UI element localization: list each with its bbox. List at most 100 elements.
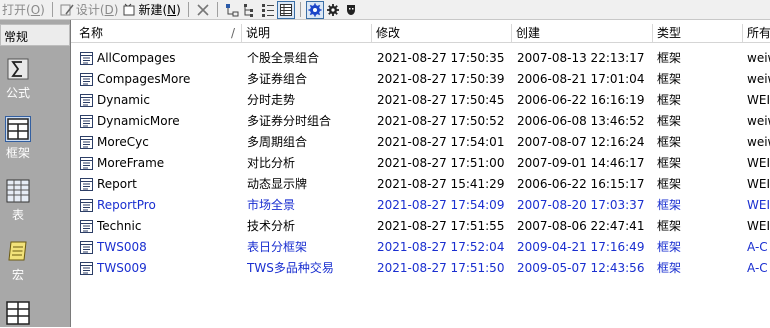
column-header-owner[interactable]: 所有 [743, 24, 770, 42]
cell-created: 2007-08-20 17:03:37 [517, 198, 645, 212]
cell-type: 框架 [657, 114, 682, 128]
sidebar-item-grid[interactable] [0, 300, 36, 328]
cell-desc: 表日分框架 [247, 240, 308, 254]
cell-created: 2007-08-06 22:47:41 [517, 219, 645, 233]
cell-modified: 2021-08-27 17:50:45 [377, 93, 505, 107]
cell-owner: weiw [747, 114, 770, 128]
table-row[interactable]: MoreFrame 对比分析 2021-08-27 17:51:00 2007-09-… [71, 153, 770, 174]
cell-type: 框架 [657, 93, 682, 107]
open-button[interactable]: 打开(O) [0, 0, 47, 19]
new-icon [123, 3, 135, 15]
cell-desc: 多证券分时组合 [247, 114, 332, 128]
frame-icon [5, 116, 31, 142]
cell-desc: 对比分析 [247, 156, 296, 170]
table-row[interactable]: Report 动态显示牌 2021-08-27 15:41:29 2006-06-22… [71, 174, 770, 195]
cell-owner: A-C [747, 240, 768, 254]
design-icon [60, 4, 74, 15]
formula-icon [5, 56, 31, 82]
table-row[interactable]: CompagesMore 多证券组合 2021-08-27 17:50:39 2006… [71, 69, 770, 90]
column-header-type[interactable]: 类型 [653, 24, 743, 42]
cell-owner: weiw [747, 135, 770, 149]
category-sidebar: 常规 公式 框架 表 宏 [0, 20, 71, 327]
frame-file-icon [80, 94, 93, 107]
details-view-button[interactable] [276, 0, 295, 19]
frame-file-icon [80, 136, 93, 149]
frame-file-icon [80, 199, 93, 212]
cell-modified: 2021-08-27 17:50:39 [377, 72, 505, 86]
cell-name: DynamicMore [97, 114, 180, 128]
cell-modified: 2021-08-27 17:51:55 [377, 219, 505, 233]
small-icons-icon [243, 3, 253, 17]
cell-type: 框架 [657, 72, 682, 86]
cell-type: 框架 [657, 156, 682, 170]
gear-icon [308, 3, 322, 16]
sidebar-item-table[interactable]: 表 [0, 178, 36, 223]
large-icons-icon [225, 3, 239, 16]
column-header-created[interactable]: 创建 [512, 24, 653, 42]
toolbar-divider [51, 2, 53, 17]
cell-owner: WEI [747, 177, 770, 191]
new-button[interactable]: 新建(N) [120, 0, 182, 19]
sidebar-item-label: 框架 [5, 146, 30, 160]
cell-owner: WEI [747, 198, 770, 212]
settings-blue-button[interactable] [305, 0, 324, 19]
cell-type: 框架 [657, 261, 682, 275]
user-button[interactable] [342, 1, 360, 19]
table-row[interactable]: Dynamic 分时走势 2021-08-27 17:50:45 2006-06-22… [71, 90, 770, 111]
cell-created: 2006-08-21 17:01:04 [517, 72, 645, 86]
table-row[interactable]: AllCompages 个股全景组合 2021-08-27 17:50:35 2007… [71, 48, 770, 69]
sidebar-item-macro[interactable]: 宏 [0, 238, 36, 283]
cell-owner: WEI [747, 156, 770, 170]
cell-desc: 市场全景 [247, 198, 296, 212]
sidebar-header[interactable]: 常规 [0, 24, 70, 46]
sidebar-item-formula[interactable]: 公式 [0, 56, 36, 101]
cell-created: 2007-09-01 14:46:17 [517, 156, 645, 170]
cell-created: 2006-06-08 13:46:52 [517, 114, 645, 128]
toolbar-divider [216, 2, 218, 17]
user-icon [346, 4, 355, 15]
cell-name: Technic [97, 219, 142, 233]
cell-owner: weiw [747, 51, 770, 65]
cell-owner: A-C [747, 261, 768, 275]
column-header-name[interactable]: 名称 / [75, 24, 242, 42]
cell-desc: 动态显示牌 [247, 177, 308, 191]
column-header-desc[interactable]: 说明 [242, 24, 372, 42]
cell-modified: 2021-08-27 17:54:01 [377, 135, 505, 149]
cell-modified: 2021-08-27 17:51:00 [377, 156, 505, 170]
delete-button[interactable] [194, 1, 212, 19]
cell-name: TWS009 [97, 261, 147, 275]
table-row[interactable]: Technic 技术分析 2021-08-27 17:51:55 2007-08-06… [71, 216, 770, 237]
column-header-modified[interactable]: 修改 [372, 24, 512, 42]
frame-file-icon [80, 178, 93, 191]
settings-button[interactable] [324, 1, 342, 19]
gear-icon [326, 3, 339, 16]
table-row[interactable]: ReportPro 市场全景 2021-08-27 17:54:09 2007-08-… [71, 195, 770, 216]
frame-file-icon [80, 73, 93, 86]
grid-icon [5, 300, 31, 326]
sidebar-item-frame[interactable]: 框架 [0, 116, 36, 161]
table-row[interactable]: TWS009 TWS多品种交易 2021-08-27 17:51:50 2009-05… [71, 258, 770, 279]
cell-created: 2006-06-22 16:15:17 [517, 177, 645, 191]
list-view-button[interactable] [259, 1, 277, 19]
cell-desc: 多证券组合 [247, 72, 308, 86]
file-list-panel: 名称 / 说明 修改 创建 类型 所有 AllCompages 个股全景组合 202… [71, 20, 770, 327]
table-row[interactable]: TWS008 表日分框架 2021-08-27 17:52:04 2009-04-21… [71, 237, 770, 258]
frame-file-icon [80, 115, 93, 128]
cell-owner: WEI [747, 219, 770, 233]
table-row[interactable]: DynamicMore 多证券分时组合 2021-08-27 17:50:52 200… [71, 111, 770, 132]
toolbar: 打开(O) 设计(D) 新建(N) [0, 0, 770, 20]
small-icons-view-button[interactable] [241, 1, 259, 19]
cell-created: 2006-06-22 16:16:19 [517, 93, 645, 107]
table-icon [5, 178, 31, 204]
frame-file-icon [80, 262, 93, 275]
sidebar-item-label: 表 [11, 208, 24, 222]
cell-name: MoreCyc [97, 135, 149, 149]
large-icons-view-button[interactable] [223, 1, 241, 19]
cell-name: ReportPro [97, 198, 156, 212]
cell-type: 框架 [657, 135, 682, 149]
table-row[interactable]: MoreCyc 多周期组合 2021-08-27 17:54:01 2007-08-0… [71, 132, 770, 153]
cell-name: Report [97, 177, 137, 191]
cell-modified: 2021-08-27 15:41:29 [377, 177, 505, 191]
cell-desc: 技术分析 [247, 219, 296, 233]
design-button[interactable]: 设计(D) [58, 0, 121, 19]
